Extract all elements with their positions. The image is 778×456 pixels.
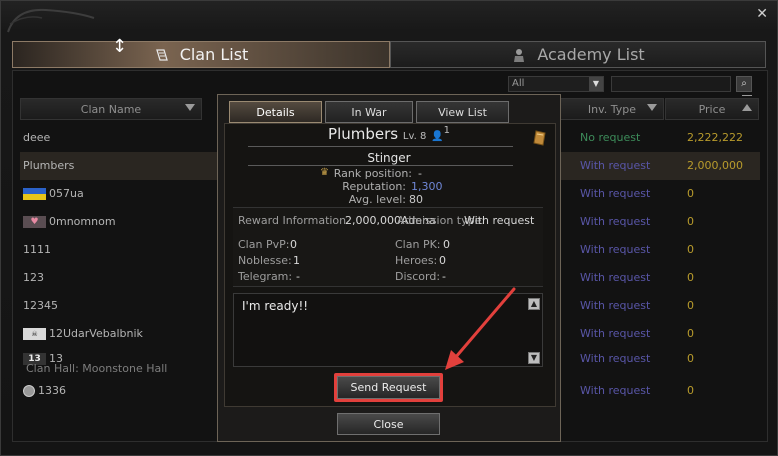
annotation-arrow: [445, 287, 516, 370]
